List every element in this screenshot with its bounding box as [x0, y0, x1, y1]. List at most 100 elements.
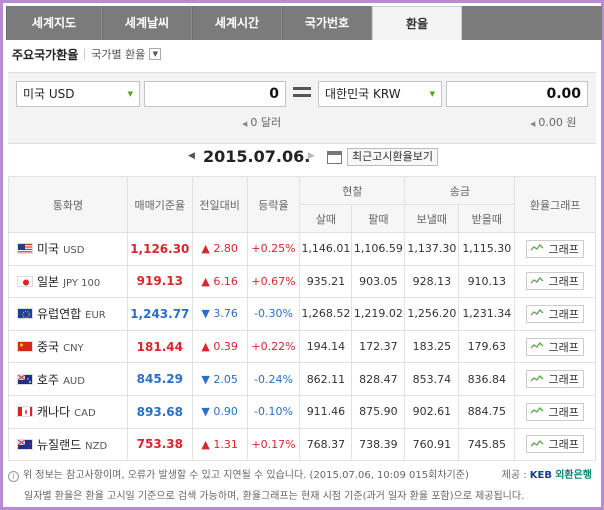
- remit-send: 1,256.20: [404, 297, 460, 331]
- currency-name: 일본: [37, 274, 60, 289]
- table-row: 일본 JPY 100 919.13 ▲ 6.16 +0.67% 935.21 90…: [8, 264, 596, 299]
- base-rate: 181.44: [126, 329, 193, 364]
- change-value: ▲ 6.16: [191, 264, 248, 299]
- provider: 제공 : KEB 외환은행: [501, 470, 592, 481]
- footnote: i위 정보는 참고사항이며, 오류가 발생할 수 있고 지연될 수 있습니다. …: [8, 466, 596, 502]
- caret-icon: ◀: [242, 120, 248, 128]
- col-change: 전일대비: [191, 176, 248, 233]
- col-cash-buy: 살때: [299, 204, 353, 233]
- footnote-line-2: 일자별 환율은 환율 고시일 기준으로 검색 가능하며, 환율그래프는 현재 시…: [24, 491, 525, 502]
- remit-receive: 884.75: [458, 394, 516, 429]
- cash-sell: 828.47: [351, 362, 406, 396]
- line-chart-icon: [530, 275, 548, 288]
- base-rate: 1,243.77: [126, 297, 193, 331]
- remit-send: 1,137.30: [404, 232, 460, 266]
- change-value: ▼ 3.76: [191, 297, 248, 331]
- flag-cn-icon: [17, 341, 33, 353]
- graph-button-label: 그래프: [548, 242, 579, 256]
- change-value: ▼ 0.90: [191, 394, 248, 429]
- table-row: 중국 CNY 181.44 ▲ 0.39 +0.22% 194.14 172.37…: [8, 329, 596, 364]
- cash-sell: 875.90: [351, 394, 406, 429]
- graph-button[interactable]: 그래프: [526, 337, 584, 356]
- tab-world-time[interactable]: 세계시간: [192, 6, 282, 40]
- graph-button[interactable]: 그래프: [526, 435, 584, 454]
- line-chart-icon: [530, 340, 548, 353]
- to-currency-select[interactable]: 대한민국 KRW ▼: [318, 81, 442, 107]
- table-body: 미국 USD 1,126.30 ▲ 2.80 +0.25% 1,146.01 1,…: [8, 232, 596, 462]
- currency-cell: 중국 CNY: [8, 329, 128, 364]
- current-date: 2015.07.06.: [203, 147, 311, 166]
- cash-buy: 1,268.52: [299, 297, 353, 331]
- change-value: ▲ 0.39: [191, 329, 248, 364]
- section-title: 주요국가환율: [12, 47, 79, 62]
- base-rate: 919.13: [126, 264, 193, 299]
- cash-sell: 172.37: [351, 329, 406, 364]
- from-currency-select[interactable]: 미국 USD ▼: [16, 81, 140, 107]
- currency-cell: 유럽연합 EUR: [8, 297, 128, 331]
- currency-code: NZD: [85, 440, 108, 452]
- flag-eu-icon: [17, 308, 33, 320]
- graph-button[interactable]: 그래프: [526, 272, 584, 291]
- tab-exchange-rate[interactable]: 환율: [372, 6, 462, 40]
- equals-icon: [293, 87, 311, 101]
- graph-button-label: 그래프: [548, 405, 579, 419]
- graph-button-label: 그래프: [548, 307, 579, 321]
- currency-name: 미국: [37, 242, 60, 257]
- cash-sell: 1,219.02: [351, 297, 406, 331]
- exchange-rate-table: 통화명 매매기준율 전일대비 등락율 현찰 송금 환율그래프 살때 팔때 보낼때…: [8, 176, 596, 462]
- chevron-down-icon[interactable]: ▼: [149, 48, 162, 60]
- col-remit: 송금: [404, 176, 516, 205]
- change-pct: +0.25%: [246, 232, 301, 266]
- flag-ca-icon: [17, 406, 33, 418]
- flag-nz-icon: [17, 438, 33, 450]
- currency-cell: 호주 AUD: [8, 362, 128, 396]
- remit-send: 928.13: [404, 264, 460, 299]
- graph-button[interactable]: 그래프: [526, 239, 584, 258]
- tab-world-map[interactable]: 세계지도: [6, 6, 102, 40]
- calendar-icon[interactable]: [327, 151, 342, 164]
- currency-code: JPY 100: [63, 277, 101, 289]
- graph-cell: 그래프: [514, 427, 596, 462]
- to-amount-hint: ◀ 0.00 원: [530, 116, 577, 129]
- col-receive: 받을때: [458, 204, 516, 233]
- from-amount-hint: ◀ 0 달러: [242, 116, 282, 129]
- currency-code: EUR: [85, 310, 106, 322]
- currency-name: 유럽연합: [37, 307, 82, 322]
- base-rate: 893.68: [126, 394, 193, 429]
- line-chart-icon: [530, 242, 548, 255]
- currency-name: 호주: [37, 372, 60, 387]
- base-rate: 1,126.30: [126, 232, 193, 266]
- tab-world-weather[interactable]: 세계날씨: [102, 6, 192, 40]
- remit-receive: 836.84: [458, 362, 516, 396]
- change-pct: +0.17%: [246, 427, 301, 462]
- to-amount-input[interactable]: 0.00: [446, 81, 588, 107]
- currency-code: USD: [63, 245, 85, 257]
- graph-button[interactable]: 그래프: [526, 304, 584, 323]
- cash-buy: 862.11: [299, 362, 353, 396]
- cash-sell: 1,106.59: [351, 232, 406, 266]
- change-value: ▲ 2.80: [191, 232, 248, 266]
- cash-buy: 1,146.01: [299, 232, 353, 266]
- graph-button[interactable]: 그래프: [526, 402, 584, 421]
- recent-rates-button[interactable]: 최근고시환율보기: [347, 148, 438, 166]
- change-pct: +0.22%: [246, 329, 301, 364]
- col-pct: 등락율: [246, 176, 301, 233]
- date-navigator: ◀ 2015.07.06. ▶ 최근고시환율보기: [0, 144, 604, 176]
- divider: [84, 48, 86, 60]
- currency-code: CNY: [63, 343, 84, 355]
- next-date-icon[interactable]: ▶: [308, 151, 315, 161]
- from-amount-input[interactable]: 0: [144, 81, 286, 107]
- line-chart-icon: [530, 307, 548, 320]
- graph-button[interactable]: 그래프: [526, 370, 584, 389]
- prev-date-icon[interactable]: ◀: [188, 151, 195, 161]
- cash-buy: 768.37: [299, 427, 353, 462]
- currency-cell: 미국 USD: [8, 232, 128, 266]
- remit-send: 183.25: [404, 329, 460, 364]
- view-select-label[interactable]: 국가별 환율: [91, 46, 145, 62]
- col-currency: 통화명: [8, 176, 128, 233]
- graph-cell: 그래프: [514, 264, 596, 299]
- col-cash: 현찰: [299, 176, 406, 205]
- tab-country-code[interactable]: 국가번호: [282, 6, 372, 40]
- table-row: 유럽연합 EUR 1,243.77 ▼ 3.76 -0.30% 1,268.52 …: [8, 297, 596, 331]
- base-rate: 845.29: [126, 362, 193, 396]
